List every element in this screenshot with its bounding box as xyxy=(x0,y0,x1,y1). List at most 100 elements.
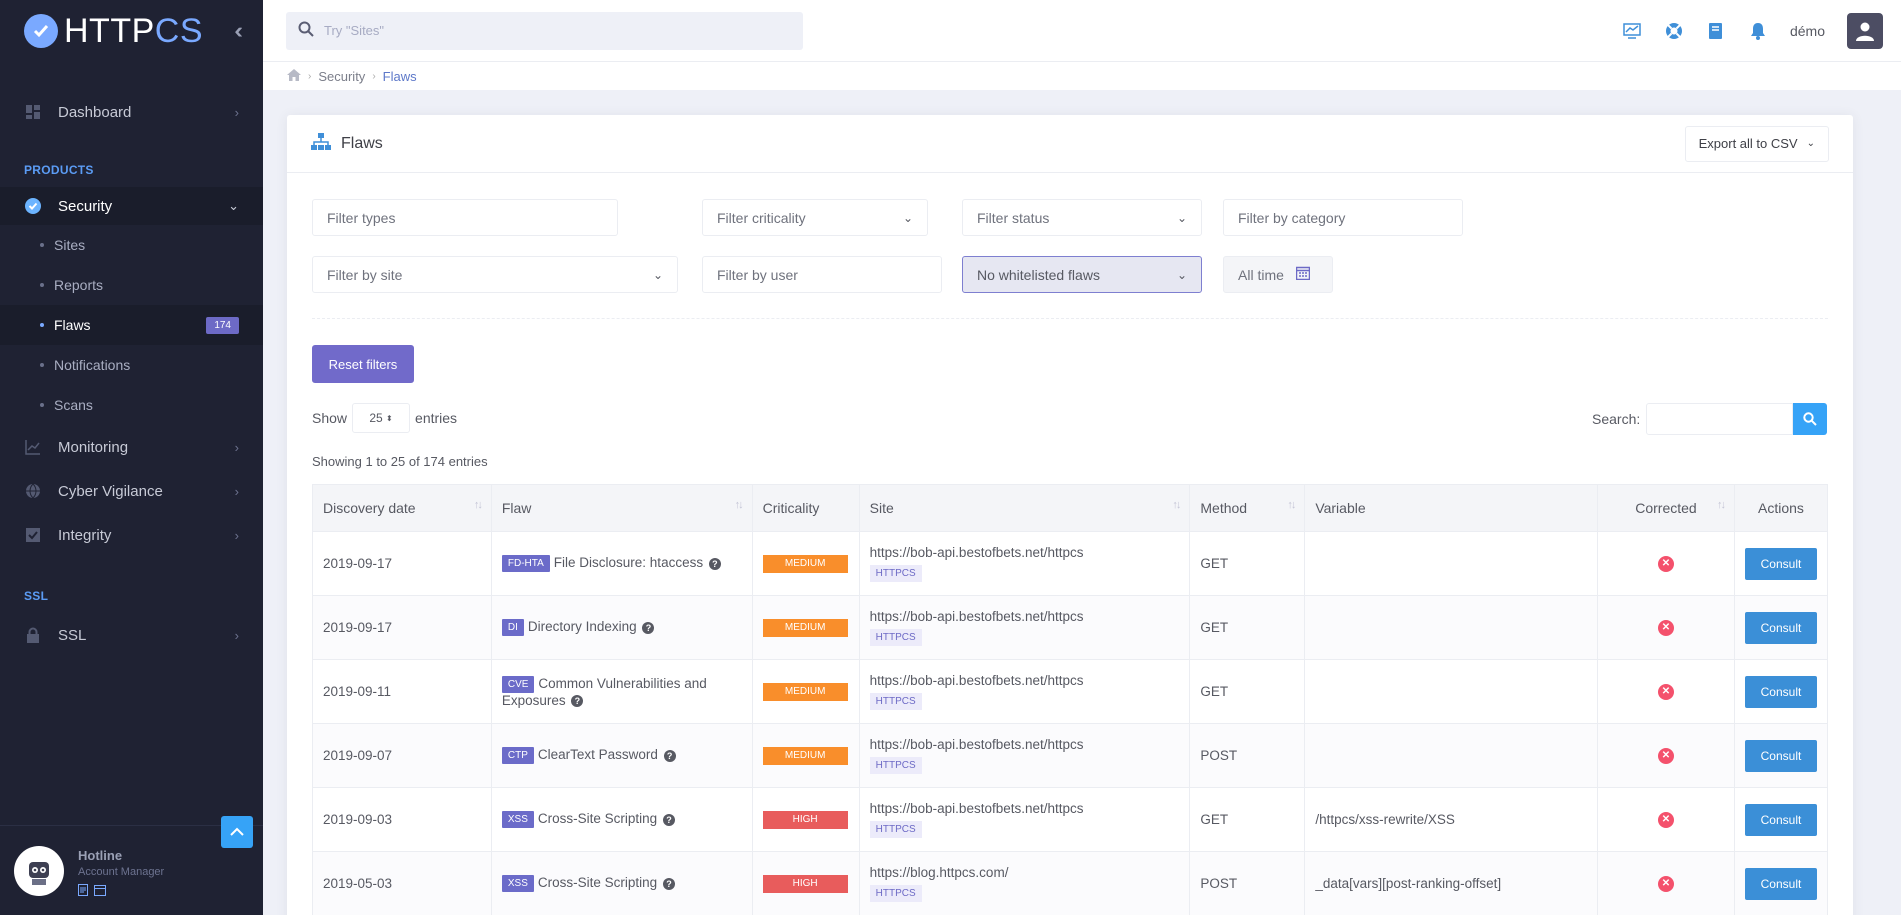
method-cell: POST xyxy=(1189,851,1306,915)
breadcrumb: › Security › Flaws xyxy=(263,62,1901,90)
filter-date-label: All time xyxy=(1238,266,1284,283)
sort-icon: ↑↓ xyxy=(1172,499,1181,511)
sidebar-item-scans[interactable]: Scans xyxy=(0,385,263,425)
filter-criticality-label: Filter criticality xyxy=(717,209,806,226)
criticality-cell: HIGH xyxy=(751,787,860,852)
site-url[interactable]: https://bob-api.bestofbets.net/httpcs xyxy=(870,801,1180,816)
sidebar-item-reports[interactable]: Reports xyxy=(0,265,263,305)
user-menu-button[interactable] xyxy=(1847,12,1883,49)
col-corrected[interactable]: Corrected ↑↓ xyxy=(1597,484,1735,532)
help-icon[interactable]: ? xyxy=(571,694,584,707)
help-icon[interactable]: ? xyxy=(663,749,676,762)
site-tag: HTTPCS xyxy=(869,693,922,710)
chevron-down-icon: ⌄ xyxy=(1176,210,1187,225)
site-cell: https://bob-api.bestofbets.net/httpcs HT… xyxy=(858,787,1191,852)
flaws-count-badge: 174 xyxy=(206,316,239,334)
filter-types[interactable]: Filter types xyxy=(312,199,618,236)
consult-button[interactable]: Consult xyxy=(1744,611,1817,644)
help-icon[interactable]: ? xyxy=(662,813,675,826)
support-lifebuoy-icon[interactable] xyxy=(1664,21,1684,41)
filter-category[interactable]: Filter by category xyxy=(1223,199,1463,236)
actions-cell: Consult xyxy=(1733,531,1829,596)
help-icon[interactable]: ? xyxy=(708,557,721,570)
filter-types-label: Filter types xyxy=(327,209,396,226)
sidebar-item-sites[interactable]: Sites xyxy=(0,225,263,265)
filter-criticality[interactable]: Filter criticality ⌄ xyxy=(702,199,928,236)
filter-whitelist[interactable]: No whitelisted flaws ⌄ xyxy=(962,256,1202,293)
check-logo-icon xyxy=(24,14,58,48)
site-cell: https://bob-api.bestofbets.net/httpcs HT… xyxy=(858,595,1191,660)
filter-status-label: Filter status xyxy=(977,209,1050,226)
breadcrumb-flaws[interactable]: Flaws xyxy=(383,69,417,84)
flaw-name: File Disclosure: htaccess xyxy=(553,555,704,571)
brand-logo-text: HTTPCS xyxy=(64,11,204,50)
site-url[interactable]: https://bob-api.bestofbets.net/httpcs xyxy=(870,545,1180,560)
sidebar-item-label: Flaws xyxy=(54,317,91,333)
filter-status[interactable]: Filter status ⌄ xyxy=(962,199,1202,236)
sort-icon: ↑↓ xyxy=(473,499,483,511)
site-url[interactable]: https://bob-api.bestofbets.net/httpcs xyxy=(870,673,1180,688)
sort-icon: ↑↓ xyxy=(1716,499,1726,511)
filter-user[interactable]: Filter by user xyxy=(702,256,942,293)
table-row: 2019-09-17 FD-HTA File Disclosure: htacce… xyxy=(312,531,1829,596)
page-length-select[interactable]: 25 ⬍ xyxy=(352,403,411,433)
filter-date-range[interactable]: All time xyxy=(1223,256,1333,293)
breadcrumb-security[interactable]: Security xyxy=(318,69,365,84)
site-url[interactable]: https://blog.httpcs.com/ xyxy=(870,865,1180,880)
document-icon[interactable] xyxy=(78,884,88,899)
global-search[interactable] xyxy=(286,11,803,50)
search-icon xyxy=(1803,412,1817,426)
consult-button[interactable]: Consult xyxy=(1744,675,1817,708)
table-search-input[interactable] xyxy=(1646,403,1793,435)
col-label: Corrected xyxy=(1635,500,1697,516)
site-url[interactable]: https://bob-api.bestofbets.net/httpcs xyxy=(870,609,1180,624)
criticality-badge: HIGH xyxy=(762,811,848,829)
col-site[interactable]: Site ↑↓ xyxy=(858,484,1191,532)
help-icon[interactable]: ? xyxy=(642,621,655,634)
username[interactable]: démo xyxy=(1790,23,1825,39)
book-icon[interactable] xyxy=(1706,21,1726,41)
col-method[interactable]: Method ↑↓ xyxy=(1189,484,1306,532)
showing-info: Showing 1 to 25 of 174 entries xyxy=(312,454,488,469)
nav-security[interactable]: Security ⌄ xyxy=(0,187,263,225)
not-corrected-icon: ✕ xyxy=(1657,875,1674,892)
sidebar-item-flaws[interactable]: Flaws 174 xyxy=(0,305,263,345)
scroll-top-button[interactable] xyxy=(221,816,253,848)
criticality-cell: MEDIUM xyxy=(751,531,860,596)
sidebar-item-notifications[interactable]: Notifications xyxy=(0,345,263,385)
reset-filters-button[interactable]: Reset filters xyxy=(312,345,414,383)
consult-button[interactable]: Consult xyxy=(1744,739,1817,772)
table-search-button[interactable] xyxy=(1793,403,1827,435)
collapse-sidebar-icon[interactable]: ‹‹ xyxy=(234,18,242,44)
sidebar-item-label: Notifications xyxy=(54,357,131,373)
consult-button[interactable]: Consult xyxy=(1744,867,1817,900)
criticality-badge: MEDIUM xyxy=(762,747,848,765)
col-discovery-date[interactable]: Discovery date ↑↓ xyxy=(312,484,492,532)
method-cell: GET xyxy=(1189,595,1306,660)
flaw-code-badge: DI xyxy=(501,619,524,636)
calendar-icon[interactable] xyxy=(94,884,106,899)
bell-icon[interactable] xyxy=(1748,21,1768,41)
sitemap-icon xyxy=(311,132,331,155)
nav-monitoring[interactable]: Monitoring › xyxy=(0,425,263,469)
section-ssl: SSL xyxy=(24,589,49,603)
filter-site[interactable]: Filter by site ⌄ xyxy=(312,256,678,293)
monitor-chart-icon[interactable] xyxy=(1622,21,1642,41)
nav-cyber-vigilance[interactable]: Cyber Vigilance › xyxy=(0,469,263,513)
nav-integrity[interactable]: Integrity › xyxy=(0,513,263,557)
export-csv-button[interactable]: Export all to CSV ⌄ xyxy=(1684,125,1829,162)
nav-ssl[interactable]: SSL › xyxy=(0,615,263,655)
col-flaw[interactable]: Flaw ↑↓ xyxy=(490,484,753,532)
col-label: Method xyxy=(1200,500,1248,516)
consult-button[interactable]: Consult xyxy=(1744,803,1817,836)
global-search-input[interactable] xyxy=(324,23,724,38)
consult-button[interactable]: Consult xyxy=(1744,547,1817,580)
site-tag: HTTPCS xyxy=(869,629,922,646)
help-icon[interactable]: ? xyxy=(662,877,675,890)
site-url[interactable]: https://bob-api.bestofbets.net/httpcs xyxy=(870,737,1180,752)
page-length-control: Show 25 ⬍ entries xyxy=(312,403,457,433)
bullet-icon xyxy=(40,243,44,247)
nav-monitoring-label: Monitoring xyxy=(58,438,129,456)
home-icon[interactable] xyxy=(287,68,301,84)
nav-dashboard[interactable]: Dashboard › xyxy=(0,92,263,132)
